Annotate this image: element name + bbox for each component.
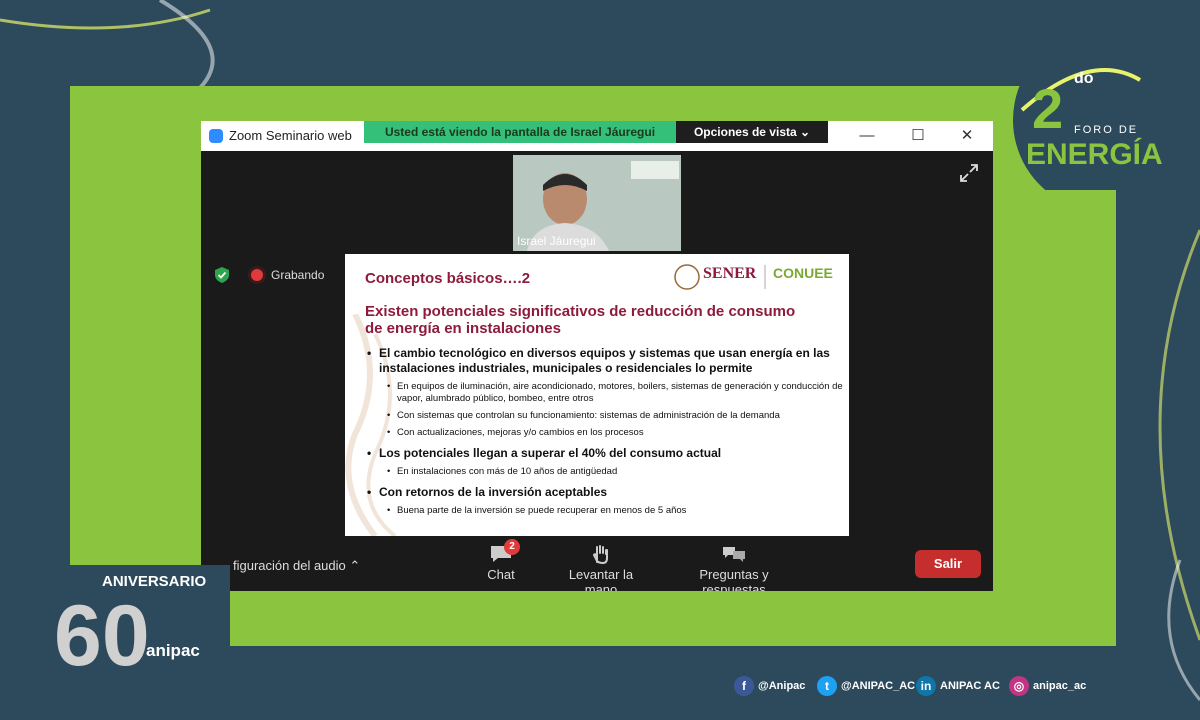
bullet-sub: Con sistemas que controlan su funcionami… — [365, 410, 845, 422]
screen-share-banner: Usted está viendo la pantalla de Israel … — [364, 121, 676, 143]
foro-line2: ENERGÍA — [1026, 138, 1163, 171]
bullet-main: Los potenciales llegan a superar el 40% … — [365, 446, 845, 461]
slide-title: Conceptos básicos….2 — [365, 270, 531, 287]
expand-icon[interactable] — [959, 163, 979, 183]
anipac-line2: anipac — [146, 641, 200, 660]
raise-hand-label: Levantar la mano — [568, 567, 634, 591]
instagram-icon: ◎ — [1009, 676, 1029, 696]
anipac-60-logo: 60 ANIVERSARIO anipac — [30, 487, 270, 720]
title-bar: Zoom Seminario web Usted está viendo la … — [201, 121, 993, 151]
shared-slide: Conceptos básicos….2 SENER CONUEE Existe… — [345, 254, 849, 536]
linkedin-icon: in — [916, 676, 936, 696]
recording-icon — [251, 269, 263, 281]
bullet-main: El cambio tecnológico en diversos equipo… — [365, 346, 845, 376]
social-linkedin[interactable]: in ANIPAC AC — [916, 675, 1000, 697]
qa-button[interactable]: Preguntas y respuestas — [667, 544, 801, 591]
meeting-toolbar: figuración del audio ⌃ Chat 2 Levantar l… — [201, 536, 993, 591]
close-button[interactable]: ✕ — [955, 125, 979, 147]
chat-unread-badge: 2 — [504, 539, 520, 555]
security-shield-icon[interactable] — [213, 266, 231, 284]
foro-superscript: do — [1074, 70, 1094, 87]
app-title: Zoom Seminario web — [229, 128, 352, 143]
zoom-app-icon — [209, 129, 223, 143]
foro-energia-logo: 2 do FORO DE ENERGÍA — [1010, 28, 1200, 212]
slide-body: El cambio tecnológico en diversos equipo… — [365, 344, 845, 517]
chat-label: Chat — [487, 567, 515, 582]
sener-logo-text: SENER — [703, 265, 757, 282]
anipac-line1: ANIVERSARIO — [102, 573, 207, 590]
bullet-sub: En equipos de iluminación, aire acondici… — [365, 381, 845, 405]
qa-icon — [723, 547, 745, 562]
participant-name: Israel Jáuregui — [517, 234, 596, 248]
raise-hand-button[interactable]: Levantar la mano — [551, 544, 651, 591]
zoom-window: Zoom Seminario web Usted está viendo la … — [201, 121, 993, 591]
qa-label: Preguntas y respuestas — [699, 567, 769, 591]
recording-label: Grabando — [271, 268, 325, 282]
linkedin-handle: ANIPAC AC — [940, 680, 1000, 692]
slide-heading: Existen potenciales significativos de re… — [365, 303, 796, 337]
svg-text:60: 60 — [54, 588, 150, 675]
bullet-main: Con retornos de la inversión aceptables — [365, 485, 845, 500]
participant-video[interactable]: Israel Jáuregui — [513, 155, 681, 251]
raise-hand-icon — [592, 545, 608, 564]
instagram-handle: anipac_ac — [1033, 680, 1087, 692]
bullet-sub: Buena parte de la inversión se puede rec… — [365, 505, 845, 517]
facebook-handle: @Anipac — [758, 680, 806, 692]
social-twitter[interactable]: t @ANIPAC_AC — [817, 675, 915, 697]
social-instagram[interactable]: ◎ anipac_ac — [1009, 675, 1086, 697]
audio-settings-button[interactable]: figuración del audio ⌃ — [233, 558, 360, 574]
sener-conuee-logo: SENER CONUEE — [673, 262, 843, 292]
twitter-icon: t — [817, 676, 837, 696]
twitter-handle: @ANIPAC_AC — [841, 680, 916, 692]
facebook-icon: f — [734, 676, 754, 696]
foro-line1: FORO DE — [1074, 124, 1139, 136]
minimize-button[interactable]: — — [855, 125, 879, 147]
maximize-button[interactable]: ☐ — [906, 125, 930, 147]
leave-button[interactable]: Salir — [915, 550, 981, 578]
social-facebook[interactable]: f @Anipac — [734, 675, 805, 697]
conuee-logo-text: CONUEE — [773, 265, 833, 281]
bullet-sub: En instalaciones con más de 10 años de a… — [365, 466, 845, 478]
view-options-button[interactable]: Opciones de vista ⌄ — [676, 121, 828, 143]
bullet-sub: Con actualizaciones, mejoras y/o cambios… — [365, 427, 845, 439]
svg-text:2: 2 — [1032, 77, 1063, 140]
